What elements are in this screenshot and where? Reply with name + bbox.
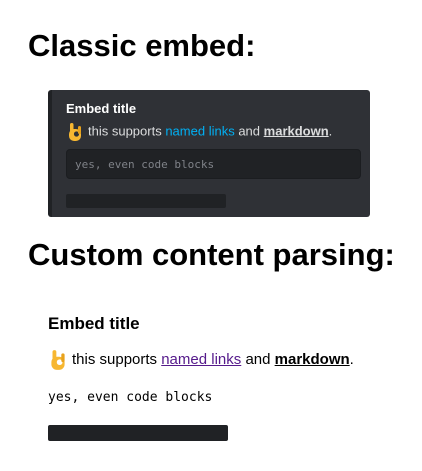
classic-embed-description: this supports named links and markdown.	[66, 122, 332, 142]
custom-desc-prefix: this supports	[72, 351, 158, 368]
ok-hand-icon	[48, 349, 68, 371]
custom-desc-suffix: .	[349, 351, 354, 368]
custom-named-link[interactable]: named links	[161, 351, 241, 368]
custom-embed-title: Embed title	[48, 314, 140, 333]
classic-redacted-bar	[66, 194, 226, 208]
custom-parsing-heading: Custom content parsing:	[28, 237, 395, 272]
custom-redacted-bar	[48, 425, 228, 441]
classic-desc-middle: and	[238, 123, 261, 139]
custom-code-block: yes, even code blocks	[48, 390, 213, 405]
classic-desc-prefix: this supports	[88, 123, 162, 139]
classic-code-block: yes, even code blocks	[66, 149, 361, 179]
classic-desc-suffix: .	[328, 123, 333, 139]
classic-markdown-text: markdown	[263, 123, 329, 139]
classic-named-link[interactable]: named links	[165, 123, 234, 138]
classic-embed-title: Embed title	[66, 101, 137, 116]
classic-embed-heading: Classic embed:	[28, 28, 256, 63]
classic-embed-card: Embed title this supports named links an…	[48, 90, 370, 217]
ok-hand-icon	[66, 122, 84, 142]
custom-embed-description: this supports named links and markdown.	[48, 349, 354, 371]
custom-desc-middle: and	[245, 351, 271, 368]
custom-markdown-text: markdown	[274, 351, 350, 368]
